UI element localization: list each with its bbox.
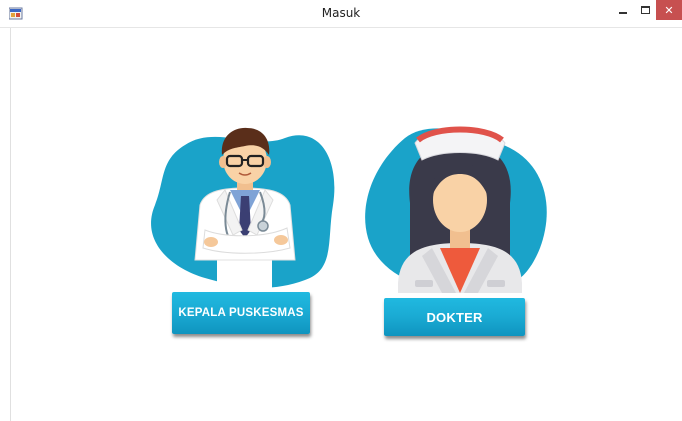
close-button[interactable]: ✕ <box>656 0 682 20</box>
kepala-puskesmas-button[interactable]: KEPALA PUSKESMAS <box>172 292 310 334</box>
title-bar[interactable]: Masuk ✕ <box>0 0 682 28</box>
dokter-button[interactable]: DOKTER <box>384 298 525 336</box>
maximize-button[interactable] <box>634 0 656 20</box>
minimize-button[interactable] <box>612 0 634 20</box>
window-title: Masuk <box>321 6 361 20</box>
window-left-border <box>10 28 11 421</box>
login-window: Masuk ✕ KEPALA PUSKESMAS DOKTER <box>0 0 682 421</box>
maximize-icon <box>640 6 650 14</box>
minimize-icon <box>619 12 627 14</box>
close-icon: ✕ <box>664 3 674 17</box>
